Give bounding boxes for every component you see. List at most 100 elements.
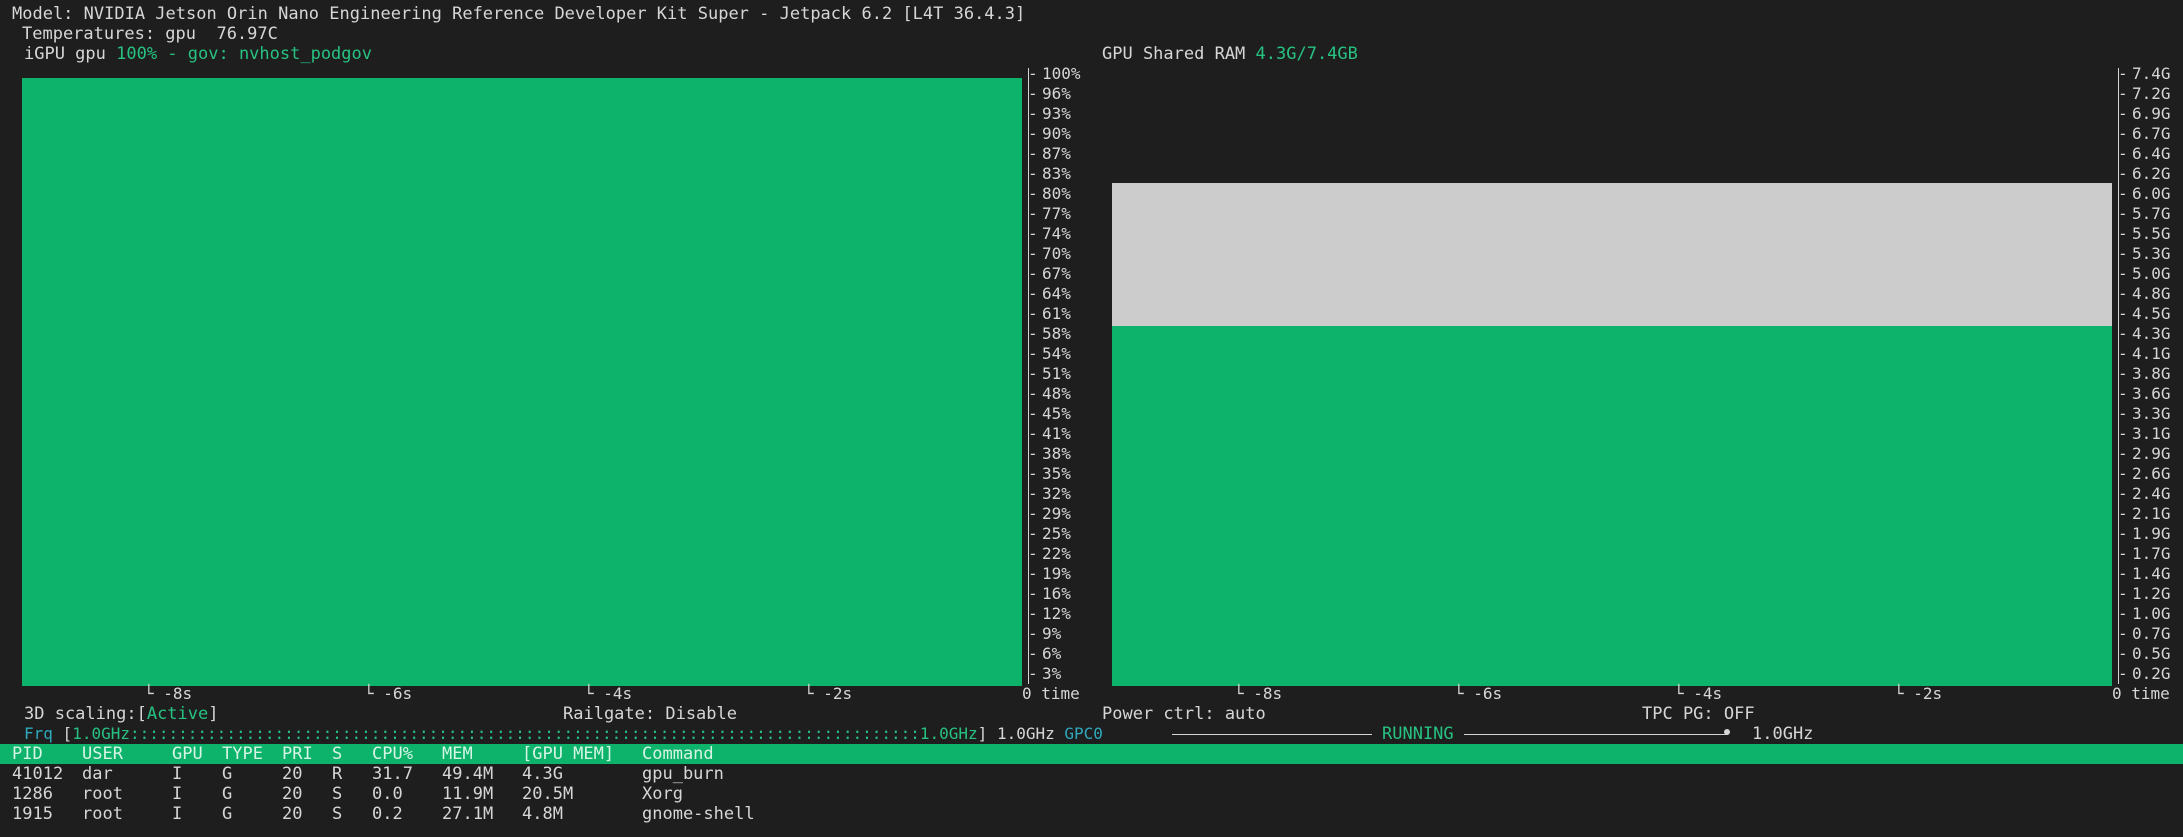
gpu-y-tick-mark: - (1028, 284, 1038, 303)
column-header[interactable]: PRI (282, 744, 313, 764)
ram-y-tick-label: 4.8G (2132, 284, 2171, 303)
column-header[interactable]: Command (642, 744, 714, 764)
model-line: Model: NVIDIA Jetson Orin Nano Engineeri… (12, 4, 1026, 24)
gpu-load-chart (22, 66, 1022, 686)
process-cell: I (172, 804, 183, 824)
freq-current: 1.0GHz (996, 724, 1055, 743)
ram-y-tick-mark: - (2118, 344, 2128, 363)
process-cell: gnome-shell (642, 804, 755, 824)
column-header[interactable]: USER (82, 744, 123, 764)
column-header[interactable]: MEM (442, 744, 473, 764)
freq-bar-open: [ (62, 724, 73, 743)
gpu-panel-title: iGPU gpu 100% - gov: nvhost_podgov (24, 44, 372, 64)
process-cell: S (332, 784, 343, 804)
ram-y-tick-label: 6.9G (2132, 104, 2171, 123)
gpu-y-tick-mark: - (1028, 184, 1038, 203)
process-cell: 1286 (12, 784, 53, 804)
process-cell: 20 (282, 804, 303, 824)
scaling-label: 3D scaling:[ (24, 704, 147, 724)
gpu-y-tick-label: 61% (1042, 304, 1071, 323)
gpc-freq: 1.0GHz (1752, 724, 1814, 744)
gpu-y-tick-mark: - (1028, 324, 1038, 343)
column-header[interactable]: PID (12, 744, 43, 764)
ram-usage-value: 4.3G/7.4GB (1255, 44, 1358, 64)
power-ctrl-status: Power ctrl: auto (1102, 704, 1266, 724)
ram-y-tick-label: 7.4G (2132, 64, 2171, 83)
ram-y-tick-mark: - (2118, 604, 2128, 623)
gpu-y-tick-label: 64% (1042, 284, 1071, 303)
gpu-y-tick-label: 77% (1042, 204, 1071, 223)
scaling-status: 3D scaling:[Active] (24, 704, 219, 724)
process-row[interactable]: 1286 root I G 20 S 0.0 11.9M 20.5M Xorg (0, 784, 2183, 804)
ram-y-tick-mark: - (2118, 364, 2128, 383)
ram-usage-chart (1112, 66, 2112, 686)
gpu-y-tick-label: 83% (1042, 164, 1071, 183)
ram-y-tick-mark: - (2118, 184, 2128, 203)
ram-y-tick-label: 5.5G (2132, 224, 2171, 243)
railgate-status: Railgate: Disable (563, 704, 737, 724)
gpc-line-right (1464, 734, 1728, 735)
process-cell: G (222, 764, 233, 784)
process-cell: R (332, 764, 343, 784)
ram-y-tick-label: 6.7G (2132, 124, 2171, 143)
gpu-y-tick-mark: - (1028, 384, 1038, 403)
process-cell: 20 (282, 764, 303, 784)
ram-y-tick-label: 1.4G (2132, 564, 2171, 583)
ram-y-tick-label: 3.8G (2132, 364, 2171, 383)
gpc-state: RUNNING (1382, 724, 1454, 744)
ram-y-tick-mark: - (2118, 204, 2128, 223)
scaling-close: ] (208, 704, 219, 724)
ram-y-tick-label: 3.3G (2132, 404, 2171, 423)
gpu-y-tick-mark: - (1028, 644, 1038, 663)
column-header[interactable]: [GPU MEM] (522, 744, 614, 764)
column-header[interactable]: S (332, 744, 342, 764)
gpu-y-tick-label: 19% (1042, 564, 1071, 583)
ram-y-tick-label: 1.0G (2132, 604, 2171, 623)
gpu-y-tick-mark: - (1028, 584, 1038, 603)
ram-x-tick-label: └ -6s (1454, 684, 1503, 703)
gpu-y-tick-mark: - (1028, 524, 1038, 543)
gpu-y-tick-mark: - (1028, 224, 1038, 243)
freq-bar-max: 1.0GHz (919, 724, 978, 743)
ram-x-end-label: 0 time (2112, 684, 2170, 703)
gpu-y-tick-label: 12% (1042, 604, 1071, 623)
gpu-y-tick-label: 58% (1042, 324, 1071, 343)
process-cell: I (172, 764, 183, 784)
freq-line: Frq [1.0GHz:::::::::::::::::::::::::::::… (24, 724, 1103, 744)
gpu-x-tick-label: └ -4s (584, 684, 633, 703)
ram-y-tick-mark: - (2118, 324, 2128, 343)
gpu-y-tick-mark: - (1028, 424, 1038, 443)
gpu-y-tick-mark: - (1028, 304, 1038, 323)
gpu-y-tick-label: 29% (1042, 504, 1071, 523)
process-cell: 1915 (12, 804, 53, 824)
ram-x-tick-label: └ -2s (1894, 684, 1943, 703)
ram-y-tick-label: 6.2G (2132, 164, 2171, 183)
ram-y-tick-mark: - (2118, 444, 2128, 463)
ram-y-tick-label: 6.4G (2132, 144, 2171, 163)
ram-y-tick-label: 0.2G (2132, 664, 2171, 683)
ram-y-tick-mark: - (2118, 224, 2128, 243)
gpu-y-tick-mark: - (1028, 664, 1038, 683)
tpc-pg-status: TPC PG: OFF (1642, 704, 1755, 724)
column-header[interactable]: TYPE (222, 744, 263, 764)
ram-y-tick-mark: - (2118, 504, 2128, 523)
ram-y-tick-label: 5.7G (2132, 204, 2171, 223)
gpu-y-tick-label: 45% (1042, 404, 1071, 423)
ram-y-tick-mark: - (2118, 424, 2128, 443)
freq-bar-close: ] (977, 724, 988, 743)
gpc-label: GPC0 (1064, 724, 1103, 743)
gpu-y-tick-label: 9% (1042, 624, 1062, 643)
ram-y-tick-label: 3.1G (2132, 424, 2171, 443)
column-header[interactable]: GPU (172, 744, 203, 764)
ram-y-tick-label: 5.0G (2132, 264, 2171, 283)
gpu-y-tick-label: 38% (1042, 444, 1071, 463)
column-header[interactable]: CPU% (372, 744, 413, 764)
ram-panel-title: GPU Shared RAM 4.3G/7.4GB (1102, 44, 1358, 64)
gpu-load-value: 100% - gov: nvhost_podgov (116, 44, 372, 64)
process-row[interactable]: 1915 root I G 20 S 0.2 27.1M 4.8M gnome-shell (0, 804, 2183, 824)
process-cell: 41012 (12, 764, 64, 784)
process-cell: root (82, 804, 123, 824)
gpu-y-tick-label: 70% (1042, 244, 1071, 263)
gpu-y-tick-mark: - (1028, 604, 1038, 623)
process-row[interactable]: 41012 dar I G 20 R 31.7 49.4M 4.3G gpu_burn (0, 764, 2183, 784)
